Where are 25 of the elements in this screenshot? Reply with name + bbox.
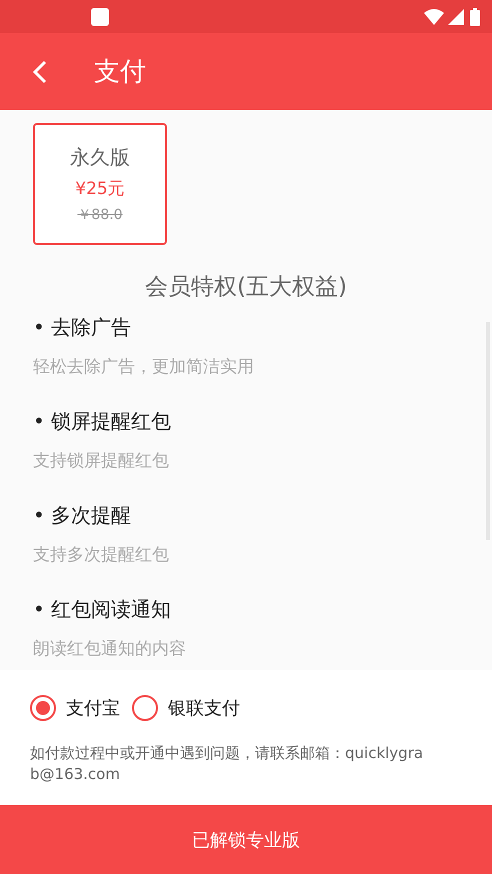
battery-icon — [470, 8, 480, 26]
benefits-heading: 会员特权(五大权益) — [144, 273, 348, 302]
benefit-title: • 去除广告 — [33, 314, 132, 341]
notification-icon — [90, 6, 110, 26]
original-price: ￥88.0 — [77, 206, 123, 224]
benefit-description: 支持多次提醒红包 — [33, 544, 170, 566]
benefit-description: 轻松去除广告，更加简洁实用 — [33, 356, 255, 378]
unlock-button[interactable]: 已解锁专业版 — [0, 805, 492, 874]
benefit-description: 支持锁屏提醒红包 — [33, 450, 170, 472]
radio-button[interactable] — [132, 695, 158, 721]
contact-note: 如付款过程中或开通中遇到问题，请联系邮箱：quicklygrab@163.com — [30, 743, 424, 785]
benefit-title: • 锁屏提醒红包 — [33, 408, 172, 435]
payment-option-label[interactable]: 银联支付 — [168, 696, 240, 720]
page-title: 支付 — [94, 56, 146, 89]
plan-price: ¥25元 — [75, 178, 125, 200]
payment-option-label[interactable]: 支付宝 — [66, 696, 120, 720]
signal-icon — [448, 8, 464, 24]
back-icon — [32, 60, 48, 84]
benefit-description: 朗读红包通知的内容 — [33, 638, 187, 660]
wifi-icon — [424, 8, 444, 24]
benefit-title: • 多次提醒 — [33, 502, 132, 529]
plan-name: 永久版 — [70, 144, 130, 171]
radio-button[interactable] — [30, 695, 56, 721]
benefit-title: • 红包阅读通知 — [33, 596, 172, 623]
plan-card[interactable]: 永久版 ¥25元 ￥88.0 — [33, 123, 167, 245]
